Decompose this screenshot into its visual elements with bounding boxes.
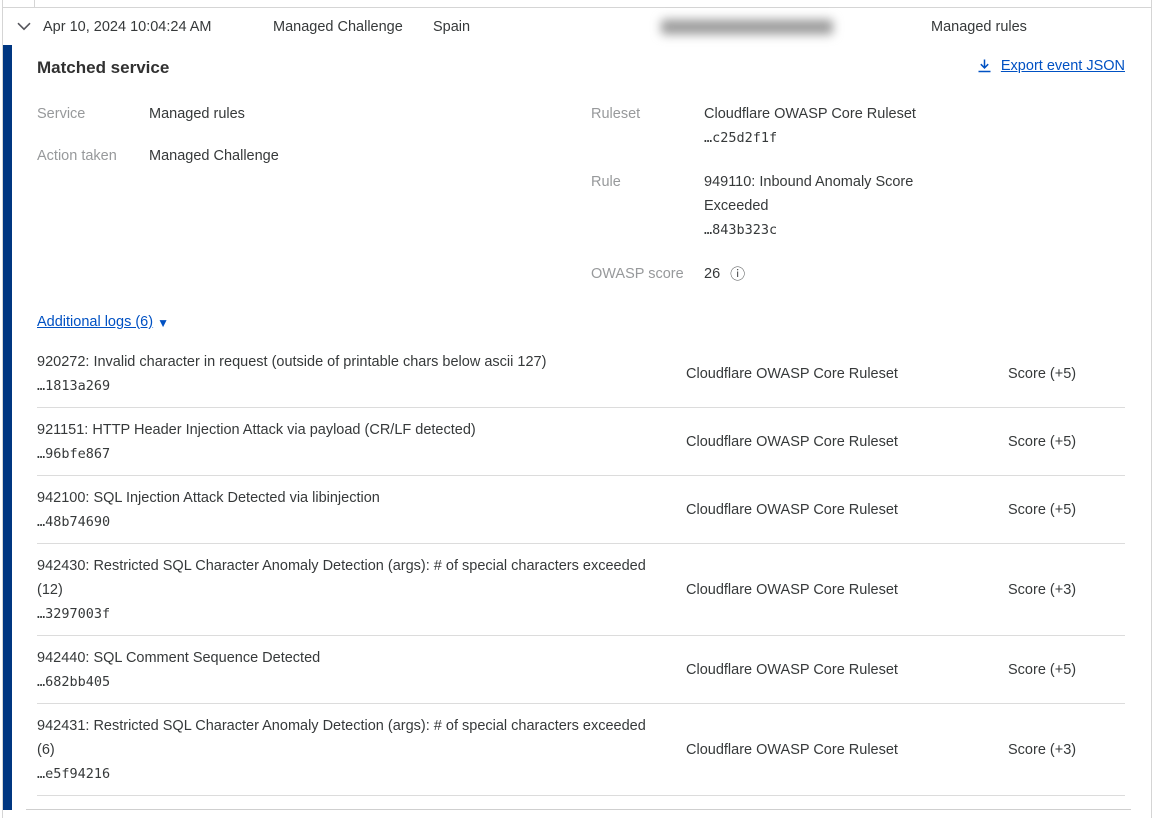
log-row: 920272: Invalid character in request (ou…	[37, 340, 1125, 408]
event-action: Managed Challenge	[273, 19, 403, 35]
log-description: 921151: HTTP Header Injection Attack via…	[37, 418, 665, 442]
rule-id-hash: …843b323c	[704, 218, 942, 242]
log-score: Score (+5)	[1008, 362, 1125, 386]
event-timestamp: Apr 10, 2024 10:04:24 AM	[43, 19, 212, 35]
service-value: Managed rules	[149, 102, 245, 126]
rule-label: Rule	[591, 170, 704, 242]
log-row: 942431: Restricted SQL Character Anomaly…	[37, 704, 1125, 796]
log-ruleset: Cloudflare OWASP Core Ruleset	[686, 658, 1008, 682]
event-row-summary[interactable]: Apr 10, 2024 10:04:24 AM Managed Challen…	[3, 8, 1151, 45]
log-score: Score (+5)	[1008, 658, 1125, 682]
event-country: Spain	[433, 19, 470, 35]
chevron-down-icon	[17, 22, 31, 31]
service-label: Service	[37, 102, 149, 126]
log-score: Score (+5)	[1008, 430, 1125, 454]
event-service: Managed rules	[931, 19, 1027, 35]
info-icon[interactable]: ⓘ	[730, 267, 745, 282]
previous-row-edge	[3, 0, 1151, 8]
log-row: 942430: Restricted SQL Character Anomaly…	[37, 544, 1125, 636]
log-rule-hash: …1813a269	[37, 374, 686, 398]
download-icon	[977, 58, 992, 74]
log-score: Score (+3)	[1008, 578, 1125, 602]
caret-down-icon[interactable]: ▼	[157, 311, 169, 335]
log-row: 942440: SQL Comment Sequence Detected …6…	[37, 636, 1125, 704]
action-taken-label: Action taken	[37, 144, 149, 168]
log-row: 921151: HTTP Header Injection Attack via…	[37, 408, 1125, 476]
action-taken-value: Managed Challenge	[149, 144, 279, 168]
log-description: 942100: SQL Injection Attack Detected vi…	[37, 486, 665, 510]
owasp-score-field: OWASP score 26 ⓘ	[591, 262, 1125, 286]
rule-field: Rule 949110: Inbound Anomaly Score Excee…	[591, 170, 1125, 242]
log-rule-hash: …682bb405	[37, 670, 686, 694]
action-taken-field: Action taken Managed Challenge	[37, 144, 591, 168]
log-score: Score (+5)	[1008, 498, 1125, 522]
ruleset-id-hash: …c25d2f1f	[704, 126, 916, 150]
log-description: 942430: Restricted SQL Character Anomaly…	[37, 554, 665, 602]
event-detail-content: Matched service Export event JSON Servic…	[26, 58, 1131, 810]
owasp-score-value: 26	[704, 262, 720, 286]
firewall-events-table: Apr 10, 2024 10:04:24 AM Managed Challen…	[2, 0, 1152, 818]
log-description: 942431: Restricted SQL Character Anomaly…	[37, 714, 665, 762]
redacted-host-value	[661, 19, 833, 34]
log-rule-hash: …3297003f	[37, 602, 686, 626]
log-ruleset: Cloudflare OWASP Core Ruleset	[686, 578, 1008, 602]
log-description: 942440: SQL Comment Sequence Detected	[37, 646, 665, 670]
log-ruleset: Cloudflare OWASP Core Ruleset	[686, 362, 1008, 386]
log-rule-hash: …48b74690	[37, 510, 686, 534]
log-ruleset: Cloudflare OWASP Core Ruleset	[686, 430, 1008, 454]
additional-logs-list: 920272: Invalid character in request (ou…	[37, 340, 1125, 796]
column-divider	[34, 0, 35, 8]
ruleset-value: Cloudflare OWASP Core Ruleset …c25d2f1f	[704, 102, 916, 150]
ruleset-field: Ruleset Cloudflare OWASP Core Ruleset …c…	[591, 102, 1125, 150]
service-field: Service Managed rules	[37, 102, 591, 126]
collapse-row-button[interactable]	[13, 16, 35, 38]
export-event-json-link[interactable]: Export event JSON	[1001, 58, 1125, 74]
matched-service-title: Matched service	[37, 58, 169, 78]
event-detail-panel: Matched service Export event JSON Servic…	[3, 45, 1151, 810]
rule-name: 949110: Inbound Anomaly Score Exceeded	[704, 174, 913, 214]
log-description: 920272: Invalid character in request (ou…	[37, 350, 665, 374]
log-score: Score (+3)	[1008, 738, 1125, 762]
log-row: 942100: SQL Injection Attack Detected vi…	[37, 476, 1125, 544]
additional-logs-toggle[interactable]: Additional logs (6)	[37, 310, 153, 334]
log-ruleset: Cloudflare OWASP Core Ruleset	[686, 498, 1008, 522]
ruleset-label: Ruleset	[591, 102, 704, 150]
ruleset-name: Cloudflare OWASP Core Ruleset	[704, 106, 916, 122]
owasp-score-label: OWASP score	[591, 262, 704, 286]
log-ruleset: Cloudflare OWASP Core Ruleset	[686, 738, 1008, 762]
log-rule-hash: …96bfe867	[37, 442, 686, 466]
log-rule-hash: …e5f94216	[37, 762, 686, 786]
rule-value: 949110: Inbound Anomaly Score Exceeded ……	[704, 170, 942, 242]
